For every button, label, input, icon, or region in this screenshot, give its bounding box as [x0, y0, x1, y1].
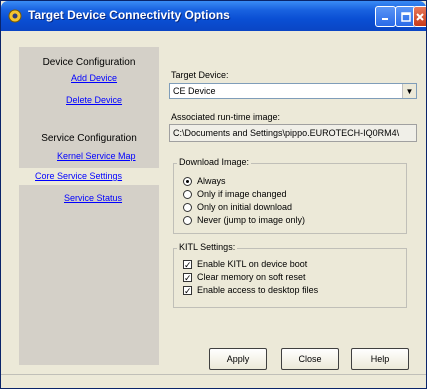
- dialog-window: Target Device Connectivity Options Devic…: [0, 0, 427, 389]
- runtime-image-field[interactable]: C:\Documents and Settings\pippo.EUROTECH…: [169, 124, 417, 142]
- device-configuration-heading: Device Configuration: [42, 57, 136, 68]
- checkbox-checked-icon: ✓: [183, 272, 192, 283]
- dropdown-arrow-icon[interactable]: ▼: [402, 84, 416, 98]
- close-button[interactable]: Close: [281, 348, 339, 370]
- radio-selected-icon: [183, 176, 192, 186]
- app-icon: [8, 9, 22, 23]
- add-device-link[interactable]: Add Device: [71, 73, 117, 83]
- checkbox-checked-icon: ✓: [183, 285, 192, 296]
- help-button[interactable]: Help: [351, 348, 409, 370]
- download-option-if-changed[interactable]: Only if image changed: [183, 189, 287, 199]
- checkbox-checked-icon: ✓: [183, 259, 192, 270]
- target-device-value: CE Device: [173, 86, 216, 96]
- kernel-service-map-link[interactable]: Kernel Service Map: [57, 151, 136, 161]
- footer-divider: [1, 374, 426, 388]
- close-icon: [414, 7, 426, 26]
- window-title: Target Device Connectivity Options: [28, 8, 230, 22]
- radio-icon: [183, 189, 192, 199]
- download-option-label: Only if image changed: [197, 189, 287, 199]
- download-option-label: Never (jump to image only): [197, 215, 306, 225]
- kitl-option-label: Enable access to desktop files: [197, 285, 319, 295]
- apply-button[interactable]: Apply: [209, 348, 267, 370]
- service-status-link[interactable]: Service Status: [64, 193, 122, 203]
- download-image-title: Download Image:: [177, 157, 252, 167]
- minimize-icon: [376, 7, 395, 26]
- kitl-desktop-access-checkbox[interactable]: ✓ Enable access to desktop files: [183, 285, 318, 295]
- kitl-enable-checkbox[interactable]: ✓ Enable KITL on device boot: [183, 259, 307, 269]
- kitl-settings-title: KITL Settings:: [177, 242, 238, 252]
- kitl-option-label: Enable KITL on device boot: [197, 259, 308, 269]
- download-option-always[interactable]: Always: [183, 176, 226, 186]
- radio-icon: [183, 215, 192, 225]
- target-device-select[interactable]: CE Device ▼: [169, 83, 417, 99]
- delete-device-link[interactable]: Delete Device: [66, 95, 122, 105]
- download-option-never[interactable]: Never (jump to image only): [183, 215, 305, 225]
- service-configuration-heading: Service Configuration: [41, 133, 137, 144]
- download-option-label: Only on initial download: [197, 202, 293, 212]
- sidebar: Device Configuration Add Device Delete D…: [19, 47, 169, 365]
- close-window-button[interactable]: [413, 6, 426, 27]
- minimize-button[interactable]: [375, 6, 396, 27]
- target-device-label: Target Device:: [171, 70, 229, 80]
- radio-icon: [183, 202, 192, 212]
- core-service-settings-link[interactable]: Core Service Settings: [19, 168, 169, 185]
- kitl-clear-memory-checkbox[interactable]: ✓ Clear memory on soft reset: [183, 272, 306, 282]
- download-option-initial[interactable]: Only on initial download: [183, 202, 292, 212]
- kitl-option-label: Clear memory on soft reset: [197, 272, 306, 282]
- title-bar[interactable]: Target Device Connectivity Options: [1, 1, 426, 31]
- download-option-label: Always: [197, 176, 226, 186]
- runtime-image-label: Associated run-time image:: [171, 112, 281, 122]
